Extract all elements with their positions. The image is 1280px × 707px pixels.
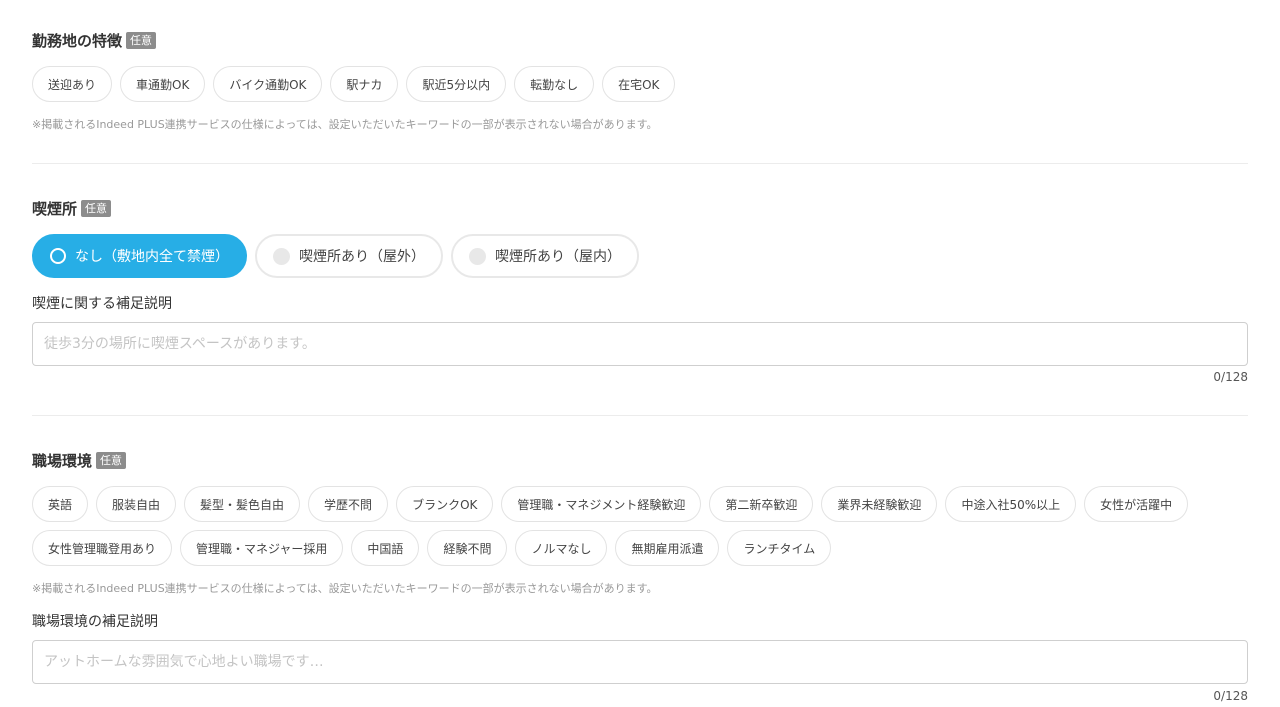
- environment-description-counter: 0/128: [1213, 689, 1248, 703]
- smoking-section: 喫煙所 任意: [32, 198, 1248, 218]
- environment-chips-row1: 英語 服装自由 髪型・髪色自由 学歴不問 ブランクOK 管理職・マネジメント経験…: [32, 486, 1248, 522]
- smoking-radio-group: なし（敷地内全て禁煙） 喫煙所あり（屋外） 喫煙所あり（屋内）: [32, 234, 1248, 278]
- chip-indefinite-dispatch[interactable]: 無期雇用派遣: [615, 530, 720, 566]
- environment-title-text: 職場環境: [32, 451, 93, 470]
- optional-badge: 任意: [81, 199, 112, 217]
- chip-casual-dress[interactable]: 服装自由: [96, 486, 177, 522]
- workplace-features-note: ※掲載されるIndeed PLUS連携サービスの仕様によっては、設定いただいたキ…: [32, 118, 658, 131]
- chip-women-managers[interactable]: 女性管理職登用あり: [32, 530, 173, 566]
- radio-indicator-icon: [469, 247, 486, 265]
- optional-badge: 任意: [126, 31, 157, 49]
- chip-no-education-requirement[interactable]: 学歴不問: [308, 486, 389, 522]
- chip-bike-commute[interactable]: バイク通勤OK: [213, 66, 323, 102]
- chip-lunch-time[interactable]: ランチタイム: [727, 530, 832, 566]
- radio-no-smoking-area[interactable]: なし（敷地内全て禁煙）: [32, 234, 247, 278]
- chip-industry-newcomer-welcome[interactable]: 業界未経験歓迎: [821, 486, 938, 522]
- smoking-description-wrapper: [32, 322, 1248, 366]
- environment-chips-row2: 女性管理職登用あり 管理職・マネジャー採用 中国語 経験不問 ノルマなし 無期雇…: [32, 530, 1248, 566]
- chip-english[interactable]: 英語: [32, 486, 89, 522]
- smoking-title: 喫煙所 任意: [32, 198, 1248, 218]
- environment-title: 職場環境 任意: [32, 450, 1248, 470]
- workplace-features-section: 勤務地の特徴 任意: [32, 30, 1248, 50]
- chip-in-station[interactable]: 駅ナカ: [330, 66, 399, 102]
- smoking-description-input[interactable]: [32, 322, 1248, 366]
- workplace-features-title-text: 勤務地の特徴: [32, 31, 123, 50]
- radio-label: 喫煙所あり（屋内）: [495, 249, 621, 265]
- divider: [32, 163, 1248, 164]
- smoking-description-counter: 0/128: [1213, 370, 1248, 384]
- chip-free-hairstyle[interactable]: 髪型・髪色自由: [184, 486, 301, 522]
- radio-indicator-icon: [50, 248, 66, 264]
- chip-car-commute[interactable]: 車通勤OK: [120, 66, 206, 102]
- chip-no-experience-required[interactable]: 経験不問: [427, 530, 508, 566]
- chip-chinese[interactable]: 中国語: [351, 530, 420, 566]
- chip-management-experience-welcome[interactable]: 管理職・マネジメント経験歓迎: [501, 486, 702, 522]
- radio-indoor-smoking-area[interactable]: 喫煙所あり（屋内）: [451, 234, 639, 278]
- smoking-title-text: 喫煙所: [32, 199, 78, 218]
- environment-note: ※掲載されるIndeed PLUS連携サービスの仕様によっては、設定いただいたキ…: [32, 582, 658, 595]
- chip-no-transfer[interactable]: 転勤なし: [514, 66, 595, 102]
- radio-indicator-icon: [273, 247, 290, 265]
- radio-label: なし（敷地内全て禁煙）: [75, 249, 229, 265]
- workplace-features-title: 勤務地の特徴 任意: [32, 30, 1248, 50]
- smoking-description-label: 喫煙に関する補足説明: [32, 296, 172, 312]
- chip-mid-career-50-percent[interactable]: 中途入社50%以上: [945, 486, 1077, 522]
- workplace-features-chips: 送迎あり 車通勤OK バイク通勤OK 駅ナカ 駅近5分以内 転勤なし 在宅OK: [32, 66, 1248, 102]
- chip-second-new-grad-welcome[interactable]: 第二新卒歓迎: [709, 486, 814, 522]
- environment-description-label: 職場環境の補足説明: [32, 614, 158, 630]
- chip-career-gap-ok[interactable]: ブランクOK: [396, 486, 494, 522]
- chip-remote-ok[interactable]: 在宅OK: [602, 66, 676, 102]
- environment-section: 職場環境 任意: [32, 450, 1248, 470]
- chip-manager-hiring[interactable]: 管理職・マネジャー採用: [180, 530, 344, 566]
- chip-women-active[interactable]: 女性が活躍中: [1084, 486, 1189, 522]
- environment-description-wrapper: [32, 640, 1248, 684]
- divider: [32, 415, 1248, 416]
- chip-no-quota[interactable]: ノルマなし: [515, 530, 608, 566]
- chip-near-station[interactable]: 駅近5分以内: [406, 66, 507, 102]
- radio-outdoor-smoking-area[interactable]: 喫煙所あり（屋外）: [255, 234, 443, 278]
- radio-label: 喫煙所あり（屋外）: [299, 249, 425, 265]
- optional-badge: 任意: [96, 451, 127, 469]
- chip-pickup[interactable]: 送迎あり: [32, 66, 113, 102]
- environment-description-input[interactable]: [32, 640, 1248, 684]
